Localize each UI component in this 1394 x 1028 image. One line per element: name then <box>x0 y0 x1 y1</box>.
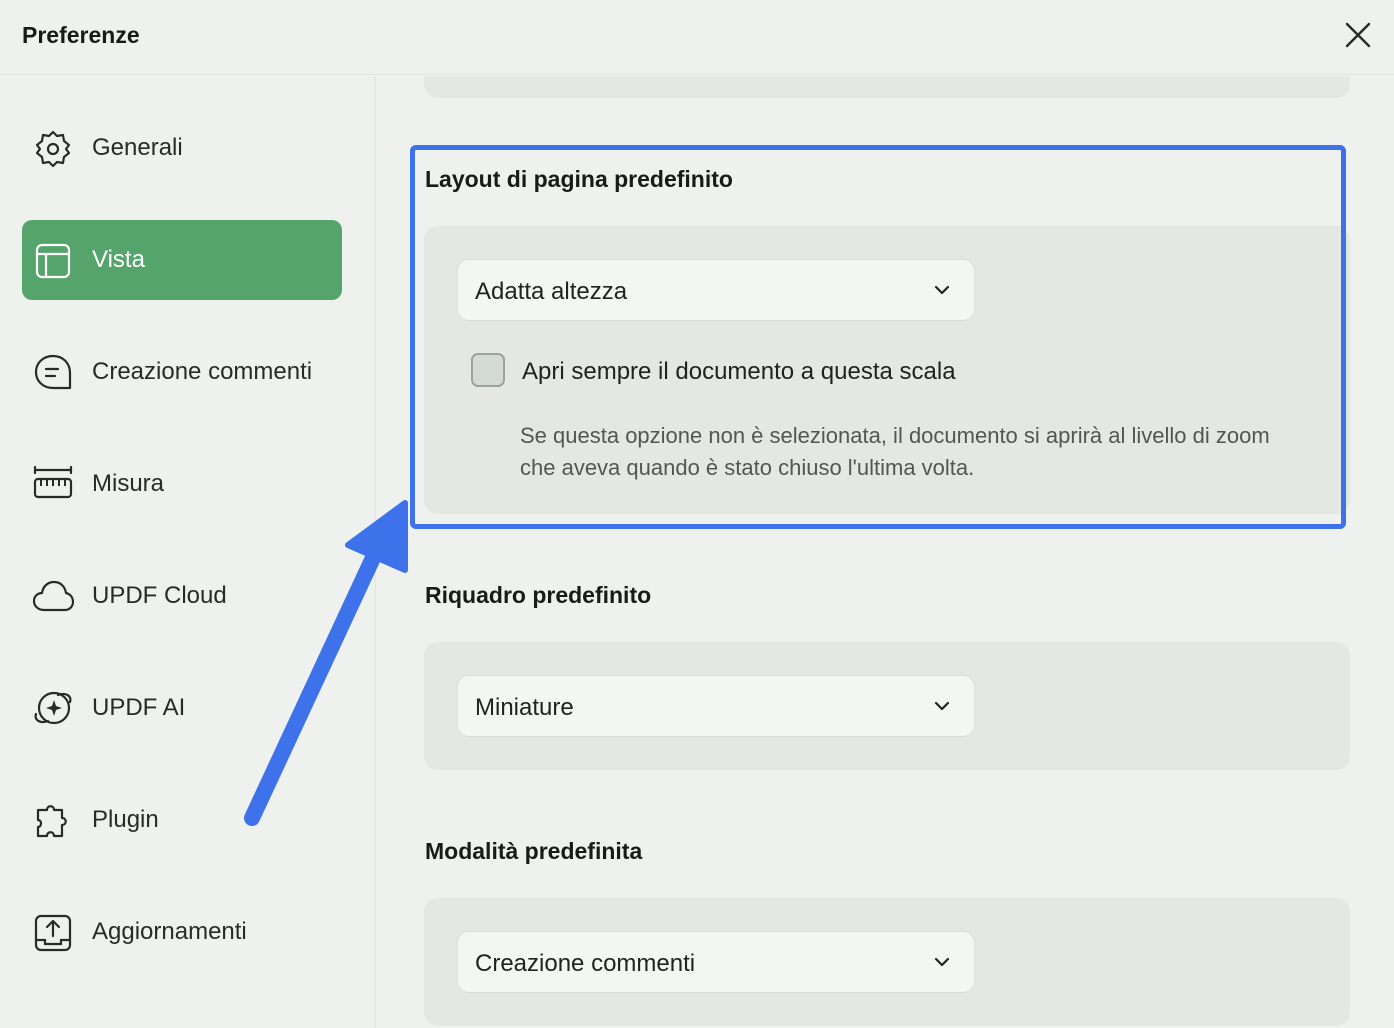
always-open-scale-label: Apri sempre il documento a questa scala <box>522 358 956 385</box>
sidebar-item-label: Vista <box>92 246 145 273</box>
default-panel-select[interactable]: Miniature <box>457 675 975 737</box>
close-icon <box>1345 22 1371 48</box>
sidebar-item-plugin[interactable]: Plugin <box>22 780 342 860</box>
default-panel-value: Miniature <box>475 694 574 721</box>
gear-icon <box>35 130 71 168</box>
always-open-scale-checkbox[interactable] <box>471 353 505 387</box>
page-layout-select[interactable]: Adatta altezza <box>457 259 975 321</box>
title-bar: Preferenze <box>0 0 1394 75</box>
sidebar-item-label: Generali <box>92 134 183 161</box>
page-layout-value: Adatta altezza <box>475 278 628 305</box>
chevron-down-icon <box>934 957 950 967</box>
default-mode-value: Creazione commenti <box>475 950 696 977</box>
comment-icon <box>34 354 72 390</box>
sidebar-item-updf-ai[interactable]: UPDF AI <box>22 668 342 748</box>
sidebar-item-label: Misura <box>92 470 165 497</box>
previous-section-card <box>424 76 1350 98</box>
default-mode-select[interactable]: Creazione commenti <box>457 931 975 993</box>
chevron-down-icon <box>934 701 950 711</box>
ai-sparkle-icon <box>34 691 72 725</box>
section-title-page-layout: Layout di pagina predefinito <box>425 166 733 192</box>
sidebar-item-label: Plugin <box>92 806 159 833</box>
sidebar-item-label: UPDF AI <box>92 694 186 721</box>
chevron-down-icon <box>934 285 950 295</box>
default-mode-card: Creazione commenti <box>424 898 1350 1026</box>
puzzle-icon <box>36 805 67 838</box>
window-title: Preferenze <box>22 22 140 48</box>
update-icon <box>34 914 72 952</box>
sidebar-item-aggiornamenti[interactable]: Aggiornamenti <box>22 892 342 972</box>
sidebar-item-updf-cloud[interactable]: UPDF Cloud <box>22 556 342 636</box>
sidebar-item-label: Aggiornamenti <box>92 918 247 945</box>
page-layout-card: Adatta altezza Apri sempre il documento … <box>424 226 1350 514</box>
sidebar-item-creazione-commenti[interactable]: Creazione commenti <box>22 332 342 412</box>
sidebar-item-vista[interactable]: Vista <box>22 220 342 300</box>
sidebar: Generali Vista Creazione commenti Misura… <box>0 76 376 1028</box>
cloud-icon <box>32 580 74 612</box>
sidebar-item-generali[interactable]: Generali <box>22 108 342 188</box>
close-button[interactable] <box>1340 17 1376 53</box>
default-panel-card: Miniature <box>424 642 1350 770</box>
section-title-default-panel: Riquadro predefinito <box>425 582 652 608</box>
settings-content: Layout di pagina predefinito Adatta alte… <box>376 76 1394 1028</box>
ruler-icon <box>33 465 73 499</box>
sidebar-item-label: Creazione commenti <box>92 358 313 385</box>
layout-icon <box>35 243 71 279</box>
sidebar-item-misura[interactable]: Misura <box>22 444 342 524</box>
section-title-default-mode: Modalità predefinita <box>425 838 643 864</box>
page-layout-hint: Se questa opzione non è selezionata, il … <box>520 423 1270 480</box>
sidebar-item-label: UPDF Cloud <box>92 582 227 609</box>
